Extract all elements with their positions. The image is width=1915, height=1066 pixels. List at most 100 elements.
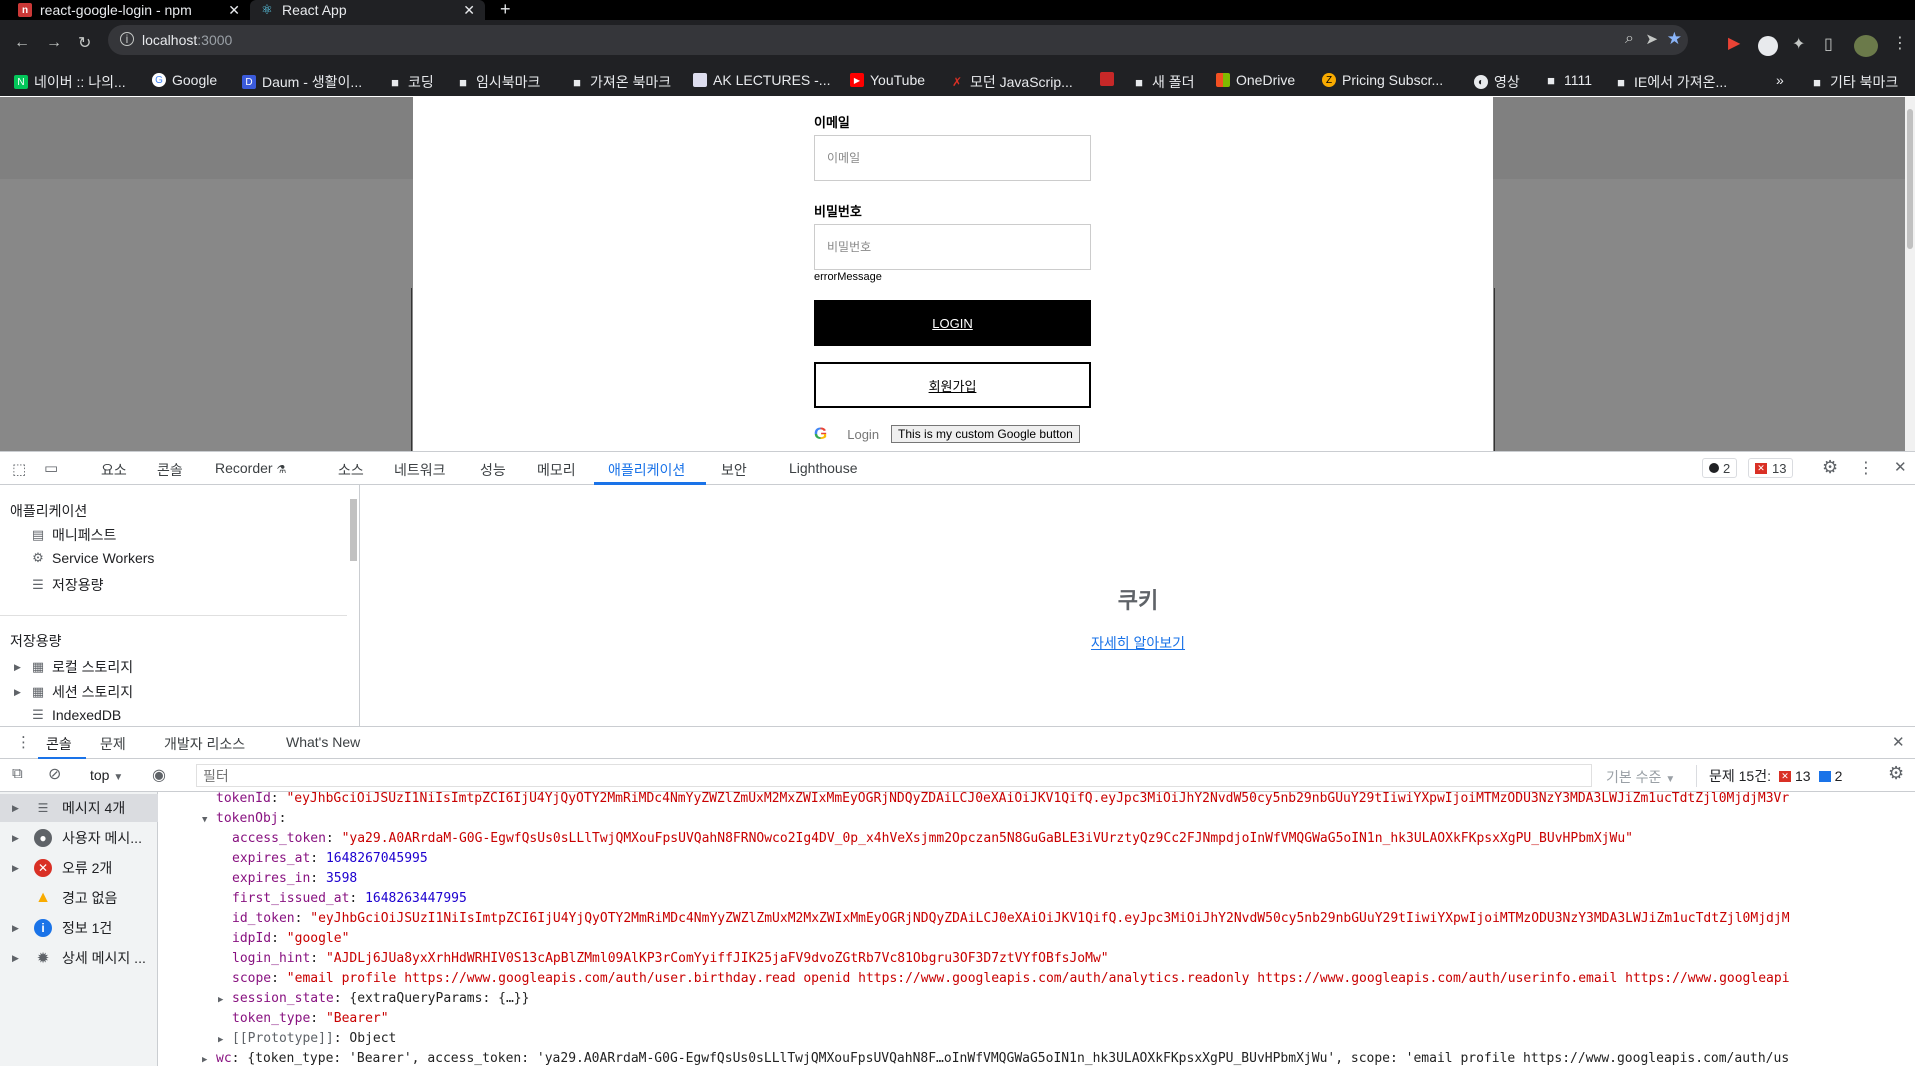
clear-console-icon[interactable]: ⊘ (48, 764, 61, 784)
sidebar-toggle-icon[interactable]: ⧉ (12, 765, 23, 782)
learn-more-link[interactable]: 자세히 알아보기 (361, 633, 1915, 653)
login-button[interactable]: LOGIN (814, 300, 1091, 346)
log-line-tokenId[interactable]: tokenId: "eyJhbGciOiJSUzI1NiIsImtpZCI6Ij… (216, 792, 1789, 809)
log-line-session-state[interactable]: ▶ session_state: {extraQueryParams: {…}} (218, 989, 529, 1009)
bookmark-youtube[interactable]: ▶ YouTube (850, 72, 925, 88)
forward-icon[interactable]: → (46, 34, 62, 52)
console-settings-icon[interactable]: ⚙ (1888, 763, 1904, 784)
log-line-expires-in[interactable]: expires_in: 3598 (232, 869, 357, 889)
log-line-id-token[interactable]: id_token: "eyJhbGciOiJSUzI1NiIsImtpZCI6I… (232, 909, 1790, 929)
drawer-tab-console[interactable]: 콘솔 (46, 734, 72, 754)
expand-triangle-icon[interactable]: ▶ (14, 662, 30, 673)
bookmark-folder-imported[interactable]: ■ 가져온 북마크 (570, 72, 671, 92)
signup-button[interactable]: 회원가입 (814, 362, 1091, 408)
tab-network[interactable]: 네트워크 (394, 460, 446, 480)
console-filter-input[interactable] (196, 764, 1592, 787)
send-icon[interactable]: ➤ (1645, 30, 1658, 48)
console-filter-messages[interactable]: ▶ ☰ 메시지 4개 (0, 794, 158, 822)
log-line-tokenObj[interactable]: ▼ tokenObj: (202, 809, 286, 829)
bookmark-folder-ie[interactable]: ■ IE에서 가져온... (1614, 72, 1727, 92)
sidebar-item-storage[interactable]: ☰ 저장용량 (30, 575, 103, 595)
bookmark-naver[interactable]: N 네이버 :: 나의... (14, 72, 126, 92)
console-issues-counter[interactable]: 문제 15건: ✕ 13 2 (1696, 765, 1842, 787)
drawer-tab-issues[interactable]: 문제 (100, 734, 126, 754)
expand-triangle-icon[interactable]: ▶ (12, 953, 26, 964)
expand-triangle-icon[interactable]: ▶ (202, 1050, 216, 1066)
expand-triangle-icon[interactable]: ▶ (14, 687, 30, 698)
devtools-menu-icon[interactable]: ⋮ (1858, 458, 1874, 478)
bookmarks-overflow-button[interactable]: » (1776, 72, 1784, 88)
log-line-prototype[interactable]: ▶ [[Prototype]]: Object (218, 1029, 396, 1049)
device-toolbar-icon[interactable]: ▭ (44, 459, 58, 477)
console-filter-user[interactable]: ▶ ● 사용자 메시... (0, 824, 158, 852)
close-drawer-icon[interactable]: ✕ (1892, 733, 1905, 751)
tab-memory[interactable]: 메모리 (537, 460, 576, 480)
tab-sources[interactable]: 소스 (338, 460, 364, 480)
close-devtools-icon[interactable]: ✕ (1894, 458, 1907, 476)
extensions-puzzle-icon[interactable]: ✦ (1792, 34, 1805, 54)
sidebar-item-local-storage[interactable]: ▶ ▦ 로컬 스토리지 (14, 657, 133, 677)
address-bar[interactable]: i localhost:3000 ⌕ ➤ ★ (108, 25, 1688, 55)
new-tab-icon[interactable]: + (500, 0, 511, 20)
collapse-triangle-icon[interactable]: ▼ (202, 810, 216, 830)
google-login-button[interactable]: Login (847, 427, 879, 442)
console-filter-verbose[interactable]: ▶ ✹ 상세 메시지 ... (0, 944, 158, 972)
log-line-first-issued-at[interactable]: first_issued_at: 1648263447995 (232, 889, 467, 909)
menu-kebab-icon[interactable]: ⋮ (1892, 33, 1908, 53)
google-g-icon[interactable]: G (814, 424, 827, 444)
side-panel-icon[interactable]: ▯ (1824, 34, 1833, 54)
tab-elements[interactable]: 요소 (101, 460, 127, 480)
log-line-wc[interactable]: ▶ wc: {token_type: 'Bearer', access_token… (202, 1049, 1789, 1066)
log-line-token-type[interactable]: token_type: "Bearer" (232, 1009, 389, 1029)
expand-triangle-icon[interactable]: ▶ (218, 1030, 232, 1050)
drawer-tab-developer-resources[interactable]: 개발자 리소스 (164, 734, 245, 754)
sidebar-item-session-storage[interactable]: ▶ ▦ 세션 스토리지 (14, 682, 133, 702)
tab-console[interactable]: 콘솔 (157, 460, 183, 480)
bookmark-folder-coding[interactable]: ■ 코딩 (388, 72, 434, 92)
log-line-access-token[interactable]: access_token: "ya29.A0ARrdaM-G0G-EgwfQsU… (232, 829, 1633, 849)
log-level-dropdown[interactable]: 기본 수준 ▼ (1606, 767, 1675, 787)
tab-lighthouse[interactable]: Lighthouse (789, 460, 858, 476)
tab-performance[interactable]: 성능 (480, 460, 506, 480)
bookmark-pricing[interactable]: Z Pricing Subscr... (1322, 72, 1443, 88)
console-filter-errors[interactable]: ▶ ✕ 오류 2개 (0, 854, 158, 882)
password-field[interactable] (814, 224, 1091, 270)
reload-icon[interactable]: ↻ (78, 33, 91, 53)
extension-red-icon[interactable]: ▶ (1728, 33, 1740, 53)
info-icon[interactable]: i (120, 32, 134, 46)
tab-security[interactable]: 보안 (721, 460, 747, 480)
log-line-login-hint[interactable]: login_hint: "AJDLj6JUa8yxXrhHdWRHIV0S13c… (232, 949, 1109, 969)
errors-badge[interactable]: ✕ 13 (1748, 458, 1794, 478)
tab-application[interactable]: 애플리케이션 (608, 460, 685, 480)
bookmark-video[interactable]: ◐ 영상 (1474, 72, 1520, 92)
expand-triangle-icon[interactable]: ▶ (12, 923, 26, 934)
log-line-scope[interactable]: scope: "email profile https://www.google… (232, 969, 1790, 989)
page-scrollbar-thumb[interactable] (1907, 109, 1913, 249)
log-line-idpId[interactable]: idpId: "google" (232, 929, 349, 949)
inspect-element-icon[interactable]: ⬚ (12, 460, 26, 478)
sidebar-item-manifest[interactable]: ▤ 매니페스트 (30, 525, 117, 545)
live-expression-eye-icon[interactable]: ◉ (152, 765, 166, 785)
page-scrollbar[interactable] (1905, 97, 1915, 451)
settings-gear-icon[interactable]: ⚙ (1822, 457, 1838, 478)
profile-extension-icon[interactable] (1758, 36, 1778, 56)
close-tab-icon[interactable]: ✕ (463, 2, 475, 19)
expand-triangle-icon[interactable]: ▶ (218, 990, 232, 1010)
sidebar-item-service-workers[interactable]: ⚙ Service Workers (30, 550, 154, 566)
log-line-expires-at[interactable]: expires_at: 1648267045995 (232, 849, 428, 869)
drawer-tab-whats-new[interactable]: What's New (286, 734, 360, 750)
expand-triangle-icon[interactable]: ▶ (12, 863, 26, 874)
bookmark-folder-1111[interactable]: ■ 1111 (1544, 72, 1592, 88)
bookmark-star-icon[interactable]: ★ (1667, 29, 1682, 49)
console-scrollbar[interactable] (1895, 792, 1905, 1066)
expand-triangle-icon[interactable]: ▶ (12, 803, 26, 814)
tab-npm[interactable]: n react-google-login - npm ✕ (0, 0, 250, 20)
expand-triangle-icon[interactable]: ▶ (12, 833, 26, 844)
bookmark-daum[interactable]: D Daum - 생활이... (242, 72, 362, 92)
close-tab-icon[interactable]: ✕ (228, 2, 240, 19)
sidebar-item-indexeddb[interactable]: ☰ IndexedDB (30, 707, 121, 723)
context-selector[interactable]: top ▼ (90, 767, 123, 783)
tab-react-app[interactable]: ⚛ React App ✕ (250, 0, 485, 20)
drawer-menu-icon[interactable]: ⋮ (16, 733, 31, 751)
custom-google-button[interactable]: This is my custom Google button (891, 425, 1080, 443)
